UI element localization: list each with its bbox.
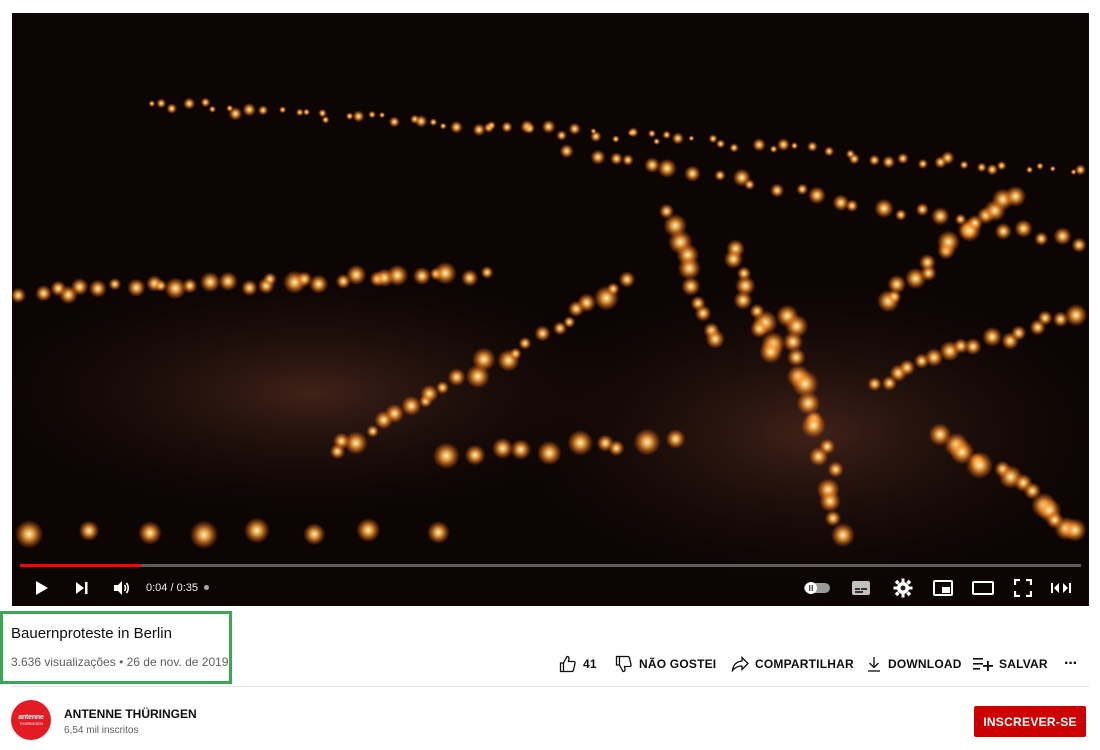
time-display: 0:04 / 0:35	[146, 569, 210, 606]
play-icon[interactable]	[30, 569, 54, 606]
autoplay-toggle-icon[interactable]	[802, 569, 832, 606]
fullscreen-icon[interactable]	[1010, 569, 1036, 606]
download-icon	[868, 657, 880, 672]
more-actions-button[interactable]: ···	[1064, 652, 1078, 676]
live-dot-icon	[204, 585, 210, 590]
video-player[interactable]: 0:04 / 0:35	[12, 13, 1089, 606]
thumbs-up-icon	[559, 655, 576, 673]
like-button[interactable]: 41	[559, 652, 597, 676]
volume-icon[interactable]	[110, 569, 134, 606]
dislike-label: NÃO GOSTEI	[639, 657, 717, 671]
progress-bar[interactable]	[20, 564, 1081, 567]
next-icon[interactable]	[70, 569, 94, 606]
share-action[interactable]: COMPARTILHAR	[731, 656, 854, 672]
save-action[interactable]: SALVAR	[973, 657, 1048, 671]
miniplayer-icon[interactable]	[930, 569, 956, 606]
theater-mode-icon[interactable]	[970, 569, 996, 606]
download-action[interactable]: DOWNLOAD	[866, 656, 962, 672]
subscriber-count: 6,54 mil inscritos	[64, 725, 139, 736]
logo-text-top: antenne	[18, 714, 44, 721]
video-meta: 3.636 visualizações • 26 de nov. de 2019	[11, 655, 228, 669]
thumbs-down-icon	[615, 655, 632, 673]
subtitles-icon[interactable]	[848, 569, 874, 606]
upload-date: 26 de nov. de 2019	[126, 655, 229, 669]
save-button[interactable]: SALVAR	[973, 652, 1048, 676]
save-label: SALVAR	[999, 657, 1048, 671]
share-icon	[731, 656, 749, 672]
like-count: 41	[583, 657, 597, 671]
like-action[interactable]: 41	[559, 655, 597, 673]
logo-text-bottom: THÜRINGEN	[19, 721, 43, 726]
cast-icon[interactable]	[1046, 569, 1076, 606]
title-highlight-box	[0, 611, 232, 684]
settings-icon[interactable]	[890, 569, 916, 606]
share-button[interactable]: COMPARTILHAR	[731, 652, 854, 676]
progress-fill	[20, 564, 141, 567]
subscribe-button[interactable]: INSCREVER-SE	[974, 706, 1086, 737]
download-button[interactable]: DOWNLOAD	[866, 652, 962, 676]
video-frame	[12, 13, 1089, 606]
dislike-button[interactable]: NÃO GOSTEI	[615, 652, 716, 676]
time-separator: /	[167, 581, 177, 594]
duration: 0:35	[176, 581, 199, 594]
share-label: COMPARTILHAR	[755, 657, 854, 671]
playlist-add-icon	[973, 658, 993, 671]
download-label: DOWNLOAD	[888, 657, 962, 671]
channel-avatar[interactable]: antenne THÜRINGEN	[11, 700, 51, 740]
channel-name[interactable]: ANTENNE THÜRINGEN	[64, 707, 197, 721]
divider	[11, 686, 1089, 687]
meta-separator: •	[115, 655, 127, 669]
player-controls: 0:04 / 0:35	[12, 569, 1089, 606]
current-time: 0:04	[146, 581, 168, 594]
more-icon[interactable]: ···	[1064, 655, 1078, 673]
view-count: 3.636 visualizações	[11, 655, 116, 669]
dislike-action[interactable]: NÃO GOSTEI	[615, 655, 716, 673]
video-title: Bauernproteste in Berlin	[11, 625, 172, 642]
